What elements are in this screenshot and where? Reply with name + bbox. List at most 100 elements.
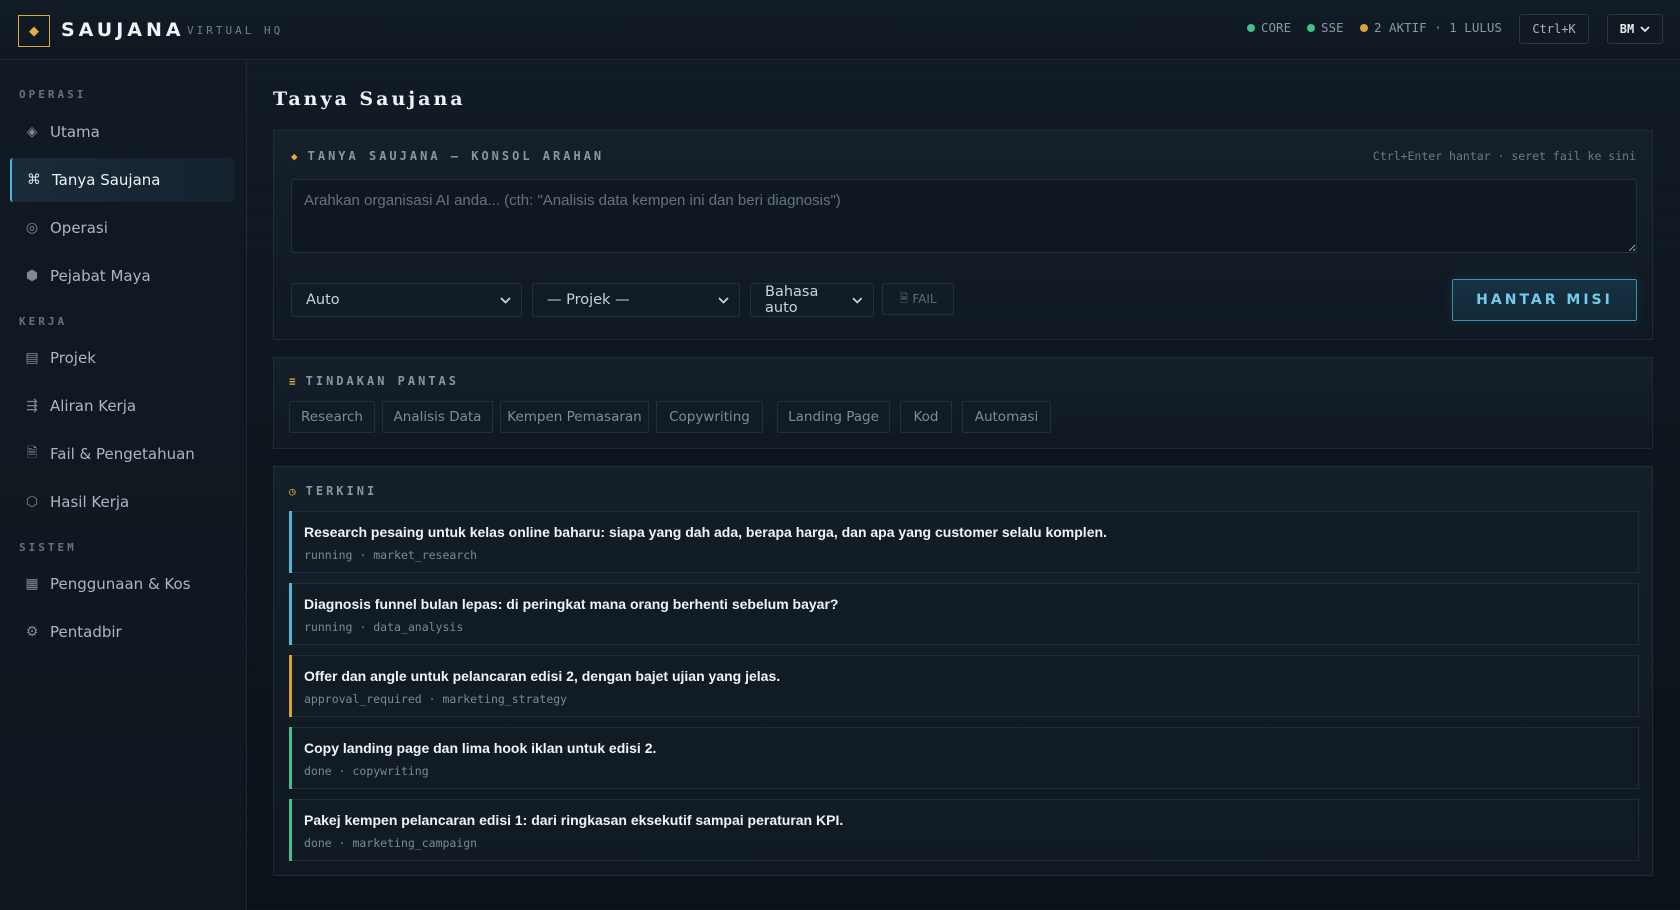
recent-panel: ◷ TERKINI Research pesaing untuk kelas o… [273,466,1653,876]
sidebar-item-label: Penggunaan & Kos [50,575,191,593]
sidebar-item-hasil-kerja[interactable]: ⬡ Hasil Kerja [10,480,234,524]
task-type: marketing_campaign [352,836,478,850]
attach-file-button[interactable]: 🗎 FAIL [882,283,954,315]
sidebar-item-label: Fail & Pengetahuan [50,445,195,463]
task-status: running [304,620,353,634]
agents-status: 2 AKTIF · 1 LULUS [1360,20,1502,35]
task-title: Research pesaing untuk kelas online baha… [304,524,1107,540]
diamond-logo-icon: ◆ [29,23,39,39]
task-status: done [304,764,332,778]
task-title: Copy landing page dan lima hook iklan un… [304,740,657,756]
core-status: CORE [1247,20,1291,35]
task-status-bar [289,655,292,717]
task-meta: done · copywriting [304,764,429,778]
brand-subtitle: VIRTUAL HQ [187,24,284,37]
quick-actions-heading-label: TINDAKAN PANTAS [305,374,459,388]
task-status-bar [289,799,292,861]
language-select[interactable]: BM [1607,14,1663,44]
section-title-operasi: OPERASI [19,88,87,101]
command-icon: ⌘ [27,172,41,188]
task-meta: done · marketing_campaign [304,836,478,850]
quick-action-chip-automasi[interactable]: Automasi [962,401,1051,433]
mode-select[interactable]: Auto [291,283,522,317]
status-dot-icon [1247,23,1255,32]
quick-action-chip-kod[interactable]: Kod [900,401,952,433]
page-title: Tanya Saujana [273,88,466,110]
task-item[interactable]: Offer dan angle untuk pelancaran edisi 2… [289,655,1639,717]
sidebar-item-fail-pengetahuan[interactable]: 🗎 Fail & Pengetahuan [10,432,234,476]
status-dot-icon [1360,23,1368,32]
chevron-down-icon [1640,25,1650,32]
sidebar-item-projek[interactable]: ▤ Projek [10,336,234,380]
top-bar: ◆ SAUJANA VIRTUAL HQ CORE SSE 2 AKTIF · … [0,0,1680,60]
sidebar-item-utama[interactable]: ◈ Utama [10,110,234,154]
task-status-bar [289,727,292,789]
sidebar-item-pentadbir[interactable]: ⚙ Pentadbir [10,610,234,654]
task-status-bar [289,511,292,573]
logo: ◆ [18,15,50,47]
diamond-icon: ◈ [26,124,38,140]
core-status-label: CORE [1261,20,1292,35]
sidebar-item-tanya-saujana[interactable]: ⌘ Tanya Saujana [10,158,234,202]
hexagon-icon: ⬢ [25,268,39,284]
section-title-kerja: KERJA [19,315,68,328]
sidebar: OPERASI ◈ Utama ⌘ Tanya Saujana ◎ Operas… [0,60,247,910]
sse-status: SSE [1307,20,1344,35]
recent-heading-label: TERKINI [305,484,378,498]
sidebar-item-pejabat-maya[interactable]: ⬢ Pejabat Maya [10,254,234,298]
file-icon: 🗎 [899,291,909,305]
sidebar-item-label: Hasil Kerja [50,493,130,511]
quick-action-chip-copywriting[interactable]: Copywriting [656,401,763,433]
quick-action-chip-kempen-pemasaran[interactable]: Kempen Pemasaran [500,401,649,433]
task-item[interactable]: Diagnosis funnel bulan lepas: di peringk… [289,583,1639,645]
diamond-icon: ◆ [291,149,298,163]
chevron-down-icon [718,296,729,304]
quick-action-chip-analisis-data[interactable]: Analisis Data [382,401,493,433]
sidebar-item-label: Pejabat Maya [50,267,151,285]
target-icon: ◎ [25,220,39,236]
quick-action-chip-research[interactable]: Research [289,401,375,433]
circle-icon: ⬡ [25,494,39,510]
task-title: Diagnosis funnel bulan lepas: di peringk… [304,596,839,612]
send-mission-button[interactable]: HANTAR MISI [1452,279,1637,321]
quick-action-chip-landing-page[interactable]: Landing Page [777,401,890,433]
attach-file-label: FAIL [912,292,937,306]
task-status: running [304,548,353,562]
status-dot-icon [1307,23,1315,32]
task-type: market_research [373,548,478,562]
agents-status-label: 2 AKTIF · 1 LULUS [1374,20,1502,35]
task-item[interactable]: Pakej kempen pelancaran edisi 1: dari ri… [289,799,1639,861]
sidebar-item-label: Tanya Saujana [52,171,161,189]
task-type: marketing_strategy [442,692,568,706]
console-heading: ◆ TANYA SAUJANA — KONSOL ARAHAN [291,149,604,163]
quick-actions-heading: ≡ TINDAKAN PANTAS [289,374,459,388]
clock-icon: ◷ [289,484,296,498]
chevron-down-icon [500,296,511,304]
project-select[interactable]: — Projek — [532,283,740,317]
sidebar-item-penggunaan-kos[interactable]: ▦ Penggunaan & Kos [10,562,234,606]
mode-select-value: Auto [306,292,340,308]
task-type: copywriting [352,764,429,778]
sidebar-item-label: Pentadbir [50,623,122,641]
sidebar-item-label: Aliran Kerja [50,397,137,415]
command-console-panel: ◆ TANYA SAUJANA — KONSOL ARAHAN Ctrl+Ent… [273,130,1653,340]
task-item[interactable]: Research pesaing untuk kelas online baha… [289,511,1639,573]
file-icon: 🗎 [26,445,38,461]
sidebar-item-label: Utama [50,123,100,141]
task-item[interactable]: Copy landing page dan lima hook iklan un… [289,727,1639,789]
command-palette-button[interactable]: Ctrl+K [1519,14,1589,44]
language-select-value: Bahasa auto [765,284,819,316]
quick-actions-panel: ≡ TINDAKAN PANTAS Research Analisis Data… [273,357,1653,449]
task-status-bar [289,583,292,645]
command-input[interactable] [291,179,1637,253]
sidebar-item-aliran-kerja[interactable]: ⇶ Aliran Kerja [10,384,234,428]
console-heading-label: TANYA SAUJANA — KONSOL ARAHAN [307,149,605,163]
sidebar-item-label: Projek [50,349,96,367]
sidebar-item-operasi[interactable]: ◎ Operasi [10,206,234,250]
task-title: Offer dan angle untuk pelancaran edisi 2… [304,668,781,684]
workflow-icon: ⇶ [26,398,38,414]
sidebar-item-label: Operasi [50,219,108,237]
language-auto-select[interactable]: Bahasa auto [750,283,874,317]
task-meta: approval_required · marketing_strategy [304,692,568,706]
task-meta: running · market_research [304,548,478,562]
